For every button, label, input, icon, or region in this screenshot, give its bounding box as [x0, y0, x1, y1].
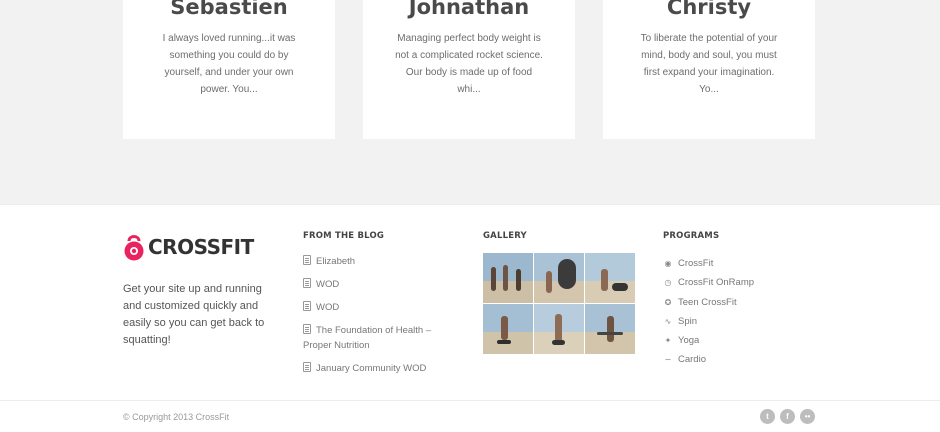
programs-heading: PROGRAMS	[663, 231, 720, 241]
gallery-thumbnail[interactable]	[483, 253, 533, 303]
testimonial-card: Sebastien I always loved running...it wa…	[123, 0, 335, 139]
heartbeat-icon: ∼	[664, 355, 672, 365]
program-item[interactable]: ∼ Cardio	[663, 352, 754, 367]
site-logo[interactable]: CROSSFIT	[123, 232, 254, 262]
gallery-grid	[483, 253, 635, 359]
gallery-thumbnail[interactable]	[534, 253, 584, 303]
footer-about-text: Get your site up and running and customi…	[123, 283, 265, 346]
document-icon	[303, 255, 311, 265]
program-item[interactable]: ∿ Spin	[663, 314, 754, 329]
footer-divider	[0, 400, 940, 401]
blog-item-label: January Community WOD	[316, 363, 427, 374]
testimonial-name: Johnathan	[408, 0, 530, 19]
blog-item[interactable]: WOD	[303, 277, 453, 292]
gallery-thumbnail[interactable]	[483, 304, 533, 354]
testimonial-card: Christy To liberate the potential of you…	[603, 0, 815, 139]
blog-item-label: Elizabeth	[316, 256, 356, 267]
blog-heading: FROM THE BLOG	[303, 231, 385, 241]
program-item-label: CrossFit OnRamp	[678, 277, 755, 289]
blog-item-label: The Foundation of Health – Proper Nutrit…	[303, 325, 432, 351]
program-item[interactable]: ✪ Teen CrossFit	[663, 295, 754, 310]
blog-item[interactable]: The Foundation of Health – Proper Nutrit…	[303, 323, 453, 353]
blog-item[interactable]: WOD	[303, 300, 453, 315]
document-icon	[303, 278, 311, 288]
program-item[interactable]: ◉ CrossFit	[663, 256, 754, 271]
site-footer: CROSSFIT Get your site up and running an…	[0, 204, 940, 432]
gallery-thumbnail[interactable]	[585, 304, 635, 354]
flickr-icon[interactable]: ••	[800, 409, 815, 424]
programs-list: ◉ CrossFit ◷ CrossFit OnRamp ✪ Teen CrossFi…	[663, 256, 755, 372]
twitter-icon[interactable]: t	[760, 409, 775, 424]
blog-list: Elizabeth WOD WOD The Foundation of Heal…	[303, 254, 453, 384]
facebook-icon[interactable]: f	[780, 409, 795, 424]
logo-wordmark: CROSSFIT	[148, 235, 254, 259]
testimonial-name: Sebastien	[170, 0, 288, 19]
kettlebell-logo-icon	[124, 235, 144, 261]
social-links: t f ••	[760, 409, 815, 424]
copyright-text: © Copyright 2013 CrossFit	[123, 412, 230, 422]
gallery-heading: GALLERY	[483, 231, 527, 241]
program-item[interactable]: ✦ Yoga	[663, 333, 754, 348]
gallery-thumbnail[interactable]	[534, 304, 584, 354]
testimonial-excerpt: I always loved running...it was somethin…	[162, 33, 296, 95]
testimonial-card: Johnathan Managing perfect body weight i…	[363, 0, 575, 139]
program-item[interactable]: ◷ CrossFit OnRamp	[663, 275, 755, 290]
blog-item-label: WOD	[316, 279, 340, 290]
testimonial-excerpt: To liberate the potential of your mind, …	[640, 33, 778, 95]
stopwatch-icon: ◷	[664, 278, 672, 288]
program-item-label: Yoga	[678, 335, 700, 347]
testimonial-excerpt: Managing perfect body weight is not a co…	[395, 33, 543, 95]
gallery-thumbnail[interactable]	[585, 253, 635, 303]
bike-icon: ∿	[664, 316, 672, 326]
program-item-label: Teen CrossFit	[678, 296, 737, 308]
program-item-label: Cardio	[678, 354, 706, 366]
program-item-label: Spin	[678, 315, 698, 327]
testimonial-name: Christy	[666, 0, 752, 19]
blog-item[interactable]: Elizabeth	[303, 254, 453, 269]
document-icon	[303, 301, 311, 311]
blog-item-label: WOD	[316, 302, 340, 313]
kettlebell-icon: ◉	[664, 259, 672, 268]
person-icon: ✪	[664, 297, 672, 307]
program-item-label: CrossFit	[678, 258, 714, 269]
testimonials-section: Sebastien I always loved running...it wa…	[0, 0, 940, 204]
document-icon	[303, 324, 311, 334]
yoga-icon: ✦	[664, 336, 672, 346]
blog-item[interactable]: January Community WOD	[303, 361, 453, 376]
document-icon	[303, 362, 311, 372]
